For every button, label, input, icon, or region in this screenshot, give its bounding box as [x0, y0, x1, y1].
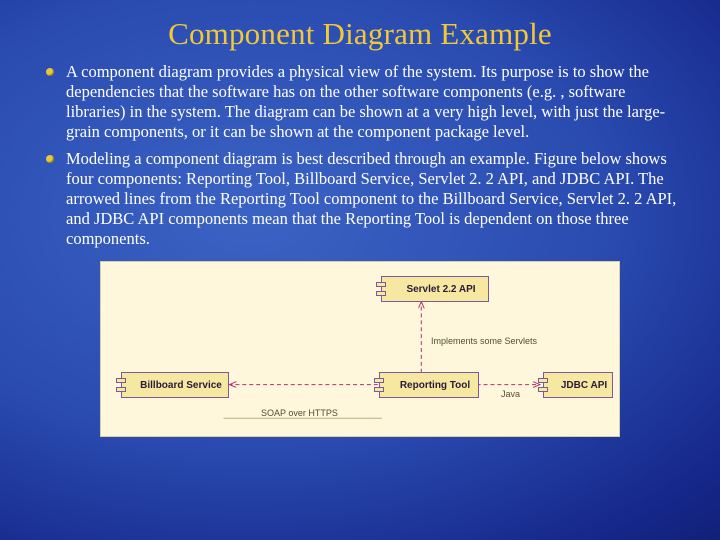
bullet-item: A component diagram provides a physical … — [42, 62, 678, 143]
component-label: Servlet 2.2 API — [406, 284, 475, 295]
component-diagram: Servlet 2.2 API Billboard Service Report… — [100, 261, 620, 437]
bullet-item: Modeling a component diagram is best des… — [42, 149, 678, 250]
component-jdbc-api: JDBC API — [543, 372, 613, 398]
connector-label-java: Java — [501, 389, 520, 399]
bullet-list: A component diagram provides a physical … — [34, 62, 686, 249]
component-label: Reporting Tool — [400, 380, 470, 391]
component-label: JDBC API — [561, 380, 607, 391]
component-billboard-service: Billboard Service — [121, 372, 229, 398]
component-label: Billboard Service — [140, 380, 222, 391]
connector-label-soap: SOAP over HTTPS — [261, 408, 338, 418]
component-servlet-api: Servlet 2.2 API — [381, 276, 489, 302]
slide-title: Component Diagram Example — [34, 16, 686, 52]
connector-label-implements: Implements some Servlets — [431, 336, 537, 346]
component-reporting-tool: Reporting Tool — [379, 372, 479, 398]
diagram-connectors — [101, 262, 619, 436]
slide: Component Diagram Example A component di… — [0, 0, 720, 540]
